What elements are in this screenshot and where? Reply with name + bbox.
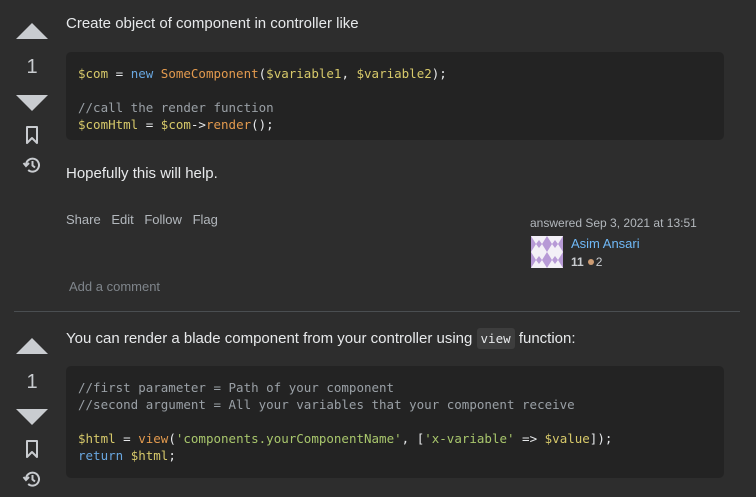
code-line: $html = view('components.yourComponentNa… [78,431,613,446]
follow-link[interactable]: Follow [144,212,182,227]
intro-text-end: function: [518,330,576,347]
share-link[interactable]: Share [66,212,101,227]
vote-count: 1 [26,371,38,393]
history-icon[interactable] [22,155,42,175]
flag-link[interactable]: Flag [193,212,218,227]
code: //first parameter = Path of your compone… [78,379,612,464]
code-line: $com = new SomeComponent($variable1, $va… [78,66,447,81]
bronze-badge-icon [587,259,594,266]
upvote-button[interactable] [16,338,48,354]
code-line: $comHtml = $com->render(); [78,117,274,132]
answer-outro: Hopefully this will help. [66,165,218,182]
inline-code: view [476,328,515,349]
bronze-badge-count: 2 [595,255,603,269]
answer-intro: Create object of component in controller… [66,15,359,32]
upvote-button[interactable] [16,23,48,39]
avatar[interactable] [531,236,563,268]
vote-count: 1 [26,56,38,78]
code-block: $com = new SomeComponent($variable1, $va… [66,52,724,140]
code-line: return $html; [78,448,176,463]
code-block: //first parameter = Path of your compone… [66,366,724,478]
downvote-button[interactable] [16,95,48,111]
intro-text: You can render a blade component from yo… [66,330,473,347]
bookmark-icon[interactable] [22,125,42,145]
code-line: //first parameter = Path of your compone… [78,380,395,395]
code-line: //call the render function [78,100,274,115]
answered-time: answered Sep 3, 2021 at 13:51 [530,216,697,230]
add-comment-link[interactable]: Add a comment [69,279,160,294]
post-menu: Share Edit Follow Flag [66,212,225,227]
user-name-link[interactable]: Asim Ansari [571,236,640,251]
user-card: answered Sep 3, 2021 at 13:51 Asim Ansar… [530,216,730,269]
answer-2: 1 You can render a blade component from … [0,312,756,497]
bookmark-icon[interactable] [22,439,42,459]
downvote-button[interactable] [16,409,48,425]
code-line: //second argument = All your variables t… [78,397,575,412]
reputation: 11 2 [571,255,602,269]
answer-intro: You can render a blade component from yo… [66,328,576,349]
answer-1: 1 Create object of component in controll… [0,0,756,311]
reputation-score: 11 [571,255,584,269]
code: $com = new SomeComponent($variable1, $va… [78,65,447,133]
history-icon[interactable] [22,469,42,489]
edit-link[interactable]: Edit [111,212,133,227]
